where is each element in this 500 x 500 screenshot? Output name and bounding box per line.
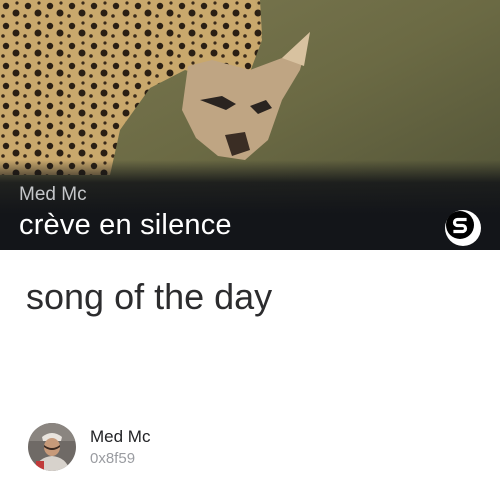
author-meta: Med Mc 0x8f59 bbox=[90, 426, 150, 469]
post-headline: song of the day bbox=[26, 276, 273, 317]
s-logo-icon[interactable] bbox=[445, 210, 481, 246]
s-logo-glyph bbox=[446, 211, 474, 239]
artist-name: Med Mc bbox=[19, 184, 87, 205]
author-name[interactable]: Med Mc bbox=[90, 426, 150, 448]
track-title: crève en silence bbox=[19, 209, 232, 241]
user-avatar-icon bbox=[28, 423, 76, 471]
author-block[interactable]: Med Mc 0x8f59 bbox=[28, 422, 328, 472]
avatar[interactable] bbox=[28, 423, 76, 471]
author-address[interactable]: 0x8f59 bbox=[90, 449, 150, 469]
cover-image[interactable]: Med Mc crève en silence bbox=[0, 0, 500, 250]
